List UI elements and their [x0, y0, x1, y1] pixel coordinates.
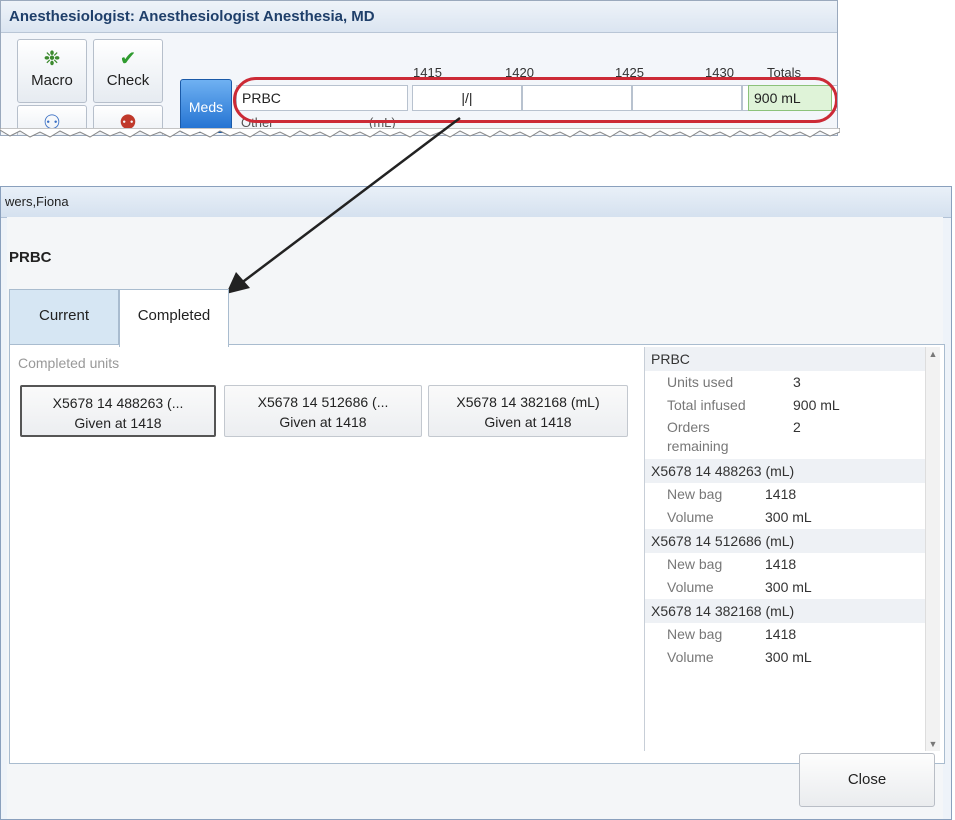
- total-infused-row: Total infused 900 mL: [667, 397, 840, 413]
- blood-product-dialog: wers,Fiona PRBC Current Completed Comple…: [0, 186, 952, 820]
- anesthesia-record-window: Anesthesiologist: Anesthesiologist Anest…: [0, 0, 838, 136]
- check-button[interactable]: ✔ Check: [93, 39, 163, 103]
- completed-units-label: Completed units: [18, 355, 120, 371]
- bag-volume-row: Volume 300 mL: [667, 579, 812, 595]
- summary-scrollbar[interactable]: ▲ ▼: [925, 347, 940, 751]
- dialog-title: wers,Fiona: [1, 187, 951, 218]
- bag-new-row: New bag 1418: [667, 556, 797, 572]
- units-used-row: Units used 3: [667, 374, 801, 390]
- tab-completed[interactable]: Completed: [119, 289, 229, 347]
- bag-new-row: New bag 1418: [667, 486, 797, 502]
- macro-button[interactable]: ❉ Macro: [17, 39, 87, 103]
- bag-header-382168: X5678 14 382168 (mL): [645, 599, 940, 623]
- torn-edge: [0, 128, 840, 138]
- scroll-up-icon[interactable]: ▲: [926, 347, 940, 361]
- checkmark-icon: ✔: [119, 48, 137, 70]
- unit-button-512686[interactable]: X5678 14 512686 (... Given at 1418: [224, 385, 422, 437]
- bag-volume-row: Volume 300 mL: [667, 509, 812, 525]
- orders-remaining-row-2: remaining: [667, 438, 729, 454]
- unit-button-488263[interactable]: X5678 14 488263 (... Given at 1418: [20, 385, 216, 437]
- macro-icon: ❉: [43, 48, 61, 70]
- summary-panel: PRBC Units used 3 Total infused 900 mL O…: [644, 347, 940, 751]
- window-title: Anesthesiologist: Anesthesiologist Anest…: [1, 1, 837, 33]
- bag-new-row: New bag 1418: [667, 626, 797, 642]
- close-button[interactable]: Close: [799, 753, 935, 807]
- completed-tab-panel: Completed units X5678 14 488263 (... Giv…: [9, 344, 945, 764]
- highlight-oval: [233, 77, 837, 123]
- bag-volume-row: Volume 300 mL: [667, 649, 812, 665]
- meds-button[interactable]: Meds: [180, 79, 232, 133]
- summary-header: PRBC: [645, 347, 940, 371]
- dialog-body: PRBC Current Completed Completed units X…: [7, 217, 945, 819]
- bag-header-512686: X5678 14 512686 (mL): [645, 529, 940, 553]
- tab-current[interactable]: Current: [9, 289, 119, 345]
- medication-name: PRBC: [9, 249, 52, 266]
- bag-header-488263: X5678 14 488263 (mL): [645, 459, 940, 483]
- scroll-down-icon[interactable]: ▼: [926, 737, 940, 751]
- orders-remaining-row: Orders 2: [667, 419, 801, 435]
- unit-button-382168[interactable]: X5678 14 382168 (mL) Given at 1418: [428, 385, 628, 437]
